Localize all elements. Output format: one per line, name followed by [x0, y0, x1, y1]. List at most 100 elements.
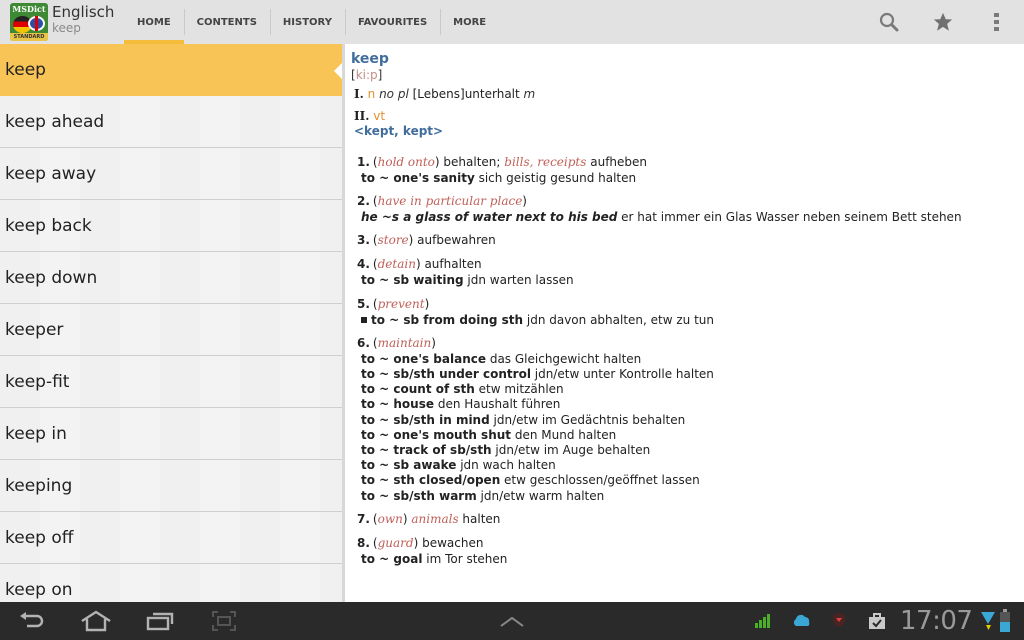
example-german: jdn davon abhalten, etw zu tun	[523, 312, 715, 327]
verb-forms: <kept, kept>	[354, 124, 444, 138]
example-phrase: to ~ sth closed/open etw geschlossen/geö…	[357, 473, 1024, 488]
wifi-icon	[981, 612, 995, 630]
pos-label: n	[367, 87, 376, 101]
word-list-item[interactable]: keep-fit	[0, 356, 342, 408]
sense-definition: 2. (have in particular place)	[357, 192, 1024, 210]
app-logo-icon[interactable]: MSDict STANDARD	[10, 3, 48, 41]
sense-translation: bewachen	[418, 535, 484, 550]
recent-apps-button[interactable]	[138, 608, 182, 634]
sense: 5. (prevent) to ~ sb from doing sth jdn da…	[357, 295, 1024, 328]
home-icon	[81, 610, 111, 632]
app-logo-edition: STANDARD	[10, 33, 48, 41]
example-english: to ~ sb/sth in mind	[361, 412, 490, 427]
cloud-icon	[793, 614, 810, 626]
sense-definition: 6. (maintain)	[357, 334, 1024, 352]
tab-history[interactable]: HISTORY	[269, 0, 345, 44]
pron-bracket-close: ]	[377, 68, 383, 82]
tab-contents[interactable]: CONTENTS	[183, 0, 270, 44]
sense-definition: 1. (hold onto) behalten; bills, receipts …	[357, 153, 1024, 171]
sense-gloss: maintain	[377, 335, 432, 350]
sense: 6. (maintain) to ~ one's balance das Gleic…	[357, 334, 1024, 504]
sense-number: 7.	[357, 511, 370, 526]
app-title: Englisch	[52, 3, 115, 21]
chevron-up-icon	[500, 616, 524, 627]
sense-number: 4.	[357, 257, 370, 272]
sense-definition: 7. (own) animals halten	[357, 510, 1024, 528]
sense-number: 8.	[357, 535, 370, 550]
word-list-item[interactable]: keep on	[0, 564, 342, 602]
example-phrase: to ~ sb from doing sth jdn davon abhalte…	[357, 313, 1024, 328]
example-german: etw mitzählen	[474, 382, 564, 397]
sense-gloss: prevent	[377, 296, 425, 311]
example-german: jdn/etw unter Kontrolle halten	[530, 367, 714, 382]
tab-favourites[interactable]: FAVOURITES	[344, 0, 440, 44]
example-english: to ~ goal	[361, 551, 423, 566]
bullet-icon	[361, 316, 367, 323]
word-list-item[interactable]: keeper	[0, 304, 342, 356]
example-english: to ~ house	[361, 397, 435, 412]
home-button[interactable]	[74, 608, 118, 634]
sense-definition: 3. (store) aufbewahren	[357, 231, 1024, 249]
sense-translation-2: aufheben	[586, 155, 648, 169]
example-phrase: to ~ one's mouth shut den Mund halten	[357, 428, 1024, 443]
example-german: etw geschlossen/geöffnet lassen	[500, 473, 700, 488]
example-german: im Tor stehen	[422, 551, 508, 566]
dictionary-article[interactable]: keep [ki:p] I. n no pl [Lebens]unterhalt…	[342, 44, 1024, 602]
word-list-item[interactable]: keep back	[0, 200, 342, 252]
sense: 1. (hold onto) behalten; bills, receipts …	[357, 153, 1024, 186]
paren-close: )	[402, 511, 408, 526]
word-list-item[interactable]: keep	[0, 44, 342, 96]
sense-number: 1.	[357, 155, 370, 169]
pronunciation: [ki:p]	[351, 68, 1024, 82]
favourite-button[interactable]	[916, 0, 970, 44]
search-button[interactable]	[862, 0, 916, 44]
part-of-speech-noun: I. n no pl [Lebens]unterhalt m	[351, 86, 1024, 102]
example-phrase: to ~ sb/sth in mind jdn/etw im Gedächtni…	[357, 413, 1024, 428]
word-list-item[interactable]: keep down	[0, 252, 342, 304]
chevron-up-button[interactable]	[490, 608, 534, 634]
grammar-note: no pl	[379, 87, 409, 101]
example-phrase: to ~ house den Haushalt führen	[357, 397, 1024, 412]
system-bar: 17:07	[0, 602, 1024, 640]
sense-definition: 5. (prevent)	[357, 295, 1024, 313]
word-list-item[interactable]: keep ahead	[0, 96, 342, 148]
sense-gloss: guard	[377, 535, 414, 550]
overflow-menu-button[interactable]	[970, 0, 1024, 44]
paren-close: )	[522, 194, 527, 209]
example-phrase: to ~ sb awake jdn wach halten	[357, 458, 1024, 473]
word-list-item[interactable]: keeping	[0, 460, 342, 512]
example-german: das Gleichgewicht halten	[486, 351, 642, 366]
sense-number: 2.	[357, 194, 370, 209]
word-list-item[interactable]: keep off	[0, 512, 342, 564]
sense-translation: behalten;	[439, 155, 505, 169]
word-list-item[interactable]: keep away	[0, 148, 342, 200]
example-german: den Mund halten	[511, 427, 617, 442]
sense-gloss: store	[377, 233, 409, 248]
signal-icon	[755, 614, 770, 628]
article-headword: keep	[351, 51, 389, 67]
word-list-item[interactable]: keep in	[0, 408, 342, 460]
example-german: jdn wach halten	[456, 458, 556, 473]
part-of-speech-verb: II. vt	[351, 108, 1024, 124]
screenshot-button[interactable]	[202, 608, 246, 634]
gender-label: m	[523, 87, 536, 101]
word-list[interactable]: keep keep ahead keep away keep back keep…	[0, 44, 342, 602]
sense-number: 3.	[357, 233, 370, 248]
example-english: to ~ sb/sth under control	[361, 367, 531, 382]
example-german: jdn/etw im Auge behalten	[491, 443, 651, 458]
example-phrase: he ~s a glass of water next to his bed e…	[357, 210, 1024, 225]
action-bar: MSDict STANDARD Englisch keep HOME CONTE…	[0, 0, 1024, 44]
sense: 2. (have in particular place) he ~s a glas…	[357, 192, 1024, 225]
sense-gloss: own	[377, 511, 403, 526]
sense-context: bills, receipts	[504, 155, 587, 169]
clock: 17:07	[900, 606, 973, 636]
tab-more[interactable]: MORE	[440, 0, 499, 44]
example-english: to ~ sth closed/open	[361, 473, 501, 488]
example-english: to ~ one's mouth shut	[361, 427, 512, 442]
tab-home[interactable]: HOME	[124, 0, 184, 44]
pos-label: vt	[373, 109, 386, 123]
tab-bar: HOME CONTENTS HISTORY FAVOURITES MORE	[124, 0, 499, 44]
back-button[interactable]	[10, 608, 54, 634]
sense: 8. (guard) bewachen to ~ goal im Tor stehe…	[357, 534, 1024, 567]
example-phrase: to ~ one's sanity sich geistig gesund ha…	[357, 171, 1024, 186]
